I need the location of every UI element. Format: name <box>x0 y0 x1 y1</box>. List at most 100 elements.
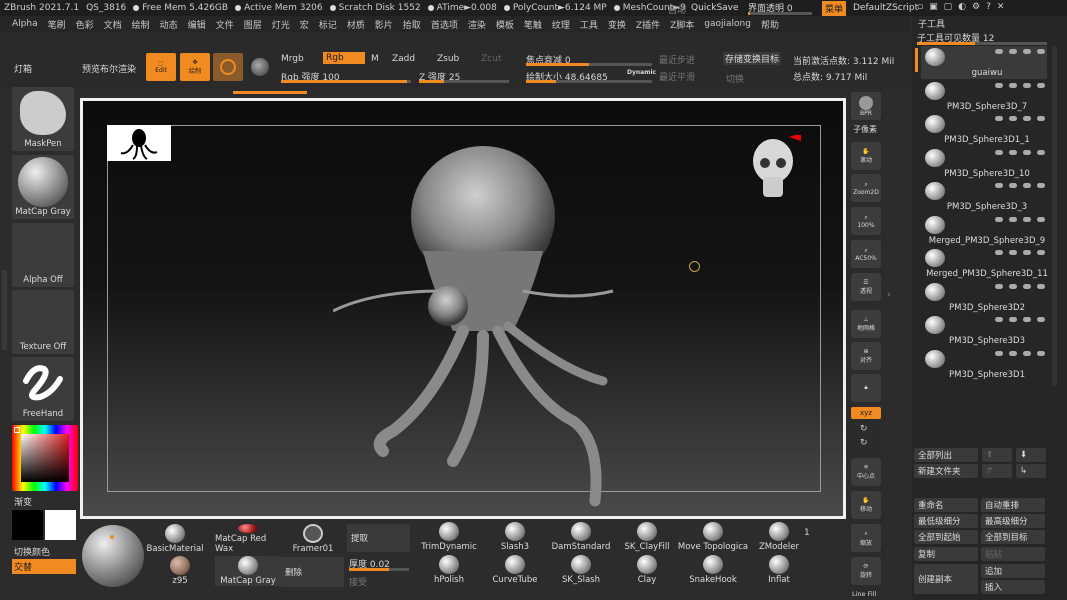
menu-item[interactable]: 笔刷 <box>48 18 66 31</box>
visibility-toggle-icon[interactable] <box>1009 216 1017 222</box>
subtool-item[interactable]: PM3D_Sphere3D1 <box>917 348 1047 381</box>
paste-button[interactable]: 粘贴 <box>981 547 1045 561</box>
sphere-icon[interactable] <box>251 58 269 76</box>
all-to-target-button[interactable]: 全部到目标 <box>981 530 1045 544</box>
delete-button[interactable]: 删除 <box>281 557 344 587</box>
secondary-color-swatch[interactable] <box>12 510 43 540</box>
draw-button[interactable]: ✥ 绘制 <box>180 53 210 81</box>
eye-icon[interactable] <box>1037 82 1045 88</box>
stroke-tile[interactable]: FreeHand <box>12 357 74 421</box>
menu-item[interactable]: 笔触 <box>524 18 542 31</box>
brush-item[interactable]: SK_ClayFill <box>616 522 678 552</box>
move-down-icon[interactable]: ⬇ <box>1016 448 1046 462</box>
zadd-button[interactable]: Zadd <box>392 54 415 64</box>
transparency-track[interactable] <box>748 12 812 15</box>
maximize-icon[interactable]: ▢ <box>944 2 953 12</box>
navigation-skull-icon[interactable] <box>751 135 801 215</box>
eye-icon[interactable] <box>1037 317 1045 322</box>
subtool-item[interactable]: PM3D_Sphere3D_10 <box>917 147 1047 180</box>
mrgb-button[interactable]: Mrgb <box>281 54 304 64</box>
menu-item[interactable]: 工具 <box>580 18 598 31</box>
sculpt-model[interactable] <box>333 141 633 511</box>
create-copy-button[interactable]: 创建副本 <box>914 564 978 594</box>
scroll-button[interactable]: ✋ 滚动 <box>851 142 881 170</box>
menu-item[interactable]: Z脚本 <box>670 18 694 31</box>
gear-icon[interactable]: ⚙ <box>972 2 980 12</box>
zoom2d-button[interactable]: ⌕ Zoom2D <box>851 174 881 202</box>
polypaint-icon[interactable] <box>995 350 1003 356</box>
folder-icon[interactable] <box>1023 82 1031 88</box>
all-high-button[interactable]: 最高级细分 <box>981 514 1045 528</box>
xyz-button[interactable]: xyz <box>851 407 881 419</box>
minimize-icon[interactable]: ▫ <box>917 2 923 12</box>
subtool-item[interactable]: Merged_PM3D_Sphere3D_11 <box>917 247 1048 280</box>
maskpen-brush[interactable]: MaskPen <box>12 87 74 151</box>
move-up-icon[interactable]: ⬆ <box>982 448 1012 462</box>
pin-icon[interactable]: ◐ <box>958 2 966 12</box>
switch-button[interactable]: 切换 <box>726 72 744 85</box>
subtool-scrollbar[interactable] <box>1052 46 1057 386</box>
help-icon[interactable]: ? <box>986 2 991 12</box>
subtool-item[interactable]: PM3D_Sphere3D_3 <box>917 180 1047 213</box>
preview-boolean-button[interactable]: 预览布尔渲染 <box>82 62 136 75</box>
rename-button[interactable]: 重命名 <box>914 498 978 512</box>
material-item[interactable]: z95 <box>155 556 205 586</box>
append-button[interactable]: 追加 <box>981 564 1045 578</box>
rotate-axis-icon[interactable]: ↻ <box>860 438 868 448</box>
menu-item[interactable]: Z插件 <box>636 18 660 31</box>
material-item[interactable]: BasicMaterial <box>146 524 204 554</box>
rgb-button[interactable]: Rgb <box>323 52 365 64</box>
visibility-toggle-icon[interactable] <box>1009 82 1017 88</box>
rotate-button[interactable]: ⟳ 旋转 <box>851 557 881 585</box>
brush-item[interactable]: TrimDynamic <box>418 522 480 552</box>
viewport-canvas[interactable] <box>80 98 846 519</box>
center-button[interactable]: ⁜ 中心点 <box>851 458 881 486</box>
folder-icon[interactable] <box>1023 250 1031 255</box>
all-low-button[interactable]: 最低级细分 <box>914 514 978 528</box>
polypaint-icon[interactable] <box>995 317 1003 322</box>
visibility-toggle-icon[interactable] <box>1009 116 1017 121</box>
subtool-item[interactable]: guaiwu <box>917 46 1047 79</box>
floor-grid-button[interactable]: ⊥ 地网格 <box>851 310 881 338</box>
visibility-toggle-icon[interactable] <box>1009 149 1017 155</box>
subtool-item[interactable]: PM3D_Sphere3D1_1 <box>917 113 1047 146</box>
switch-color-button[interactable]: 切换颜色 <box>14 545 50 558</box>
half-size-button[interactable]: ⌕ AC50% <box>851 240 881 268</box>
polypaint-icon[interactable] <box>995 149 1003 155</box>
brush-item[interactable]: DamStandard <box>550 522 612 552</box>
subtool-item[interactable]: PM3D_Sphere3D_7 <box>917 80 1047 113</box>
alternate-button[interactable]: 交替 <box>12 559 76 574</box>
arrow-icon[interactable]: ↳ <box>1016 464 1046 478</box>
eye-icon[interactable] <box>1037 49 1045 54</box>
visibility-toggle-icon[interactable] <box>1009 317 1017 322</box>
menu-item[interactable]: 文档 <box>104 18 122 31</box>
menu-item[interactable]: 首选项 <box>431 18 458 31</box>
material-item[interactable]: MatCap Red Wax <box>215 524 281 554</box>
visibility-toggle-icon[interactable] <box>1009 350 1017 356</box>
menu-item[interactable]: 材质 <box>347 18 365 31</box>
zcut-button[interactable]: Zcut <box>481 54 501 64</box>
material-item[interactable]: Framer01 <box>288 524 338 554</box>
menu-item[interactable]: 帮助 <box>761 18 779 31</box>
arrow-icon[interactable]: ↱ <box>982 464 1012 478</box>
menu-item[interactable]: 图层 <box>244 18 262 31</box>
alpha-tile[interactable]: Alpha Off <box>12 223 74 287</box>
scale-button[interactable]: ⌕ 缩放 <box>851 524 881 552</box>
brush-item[interactable]: ZModeler <box>748 522 810 552</box>
auto-reorder-button[interactable]: 自动重排 <box>981 498 1045 512</box>
folder-icon[interactable] <box>1023 149 1031 155</box>
quicksave-button[interactable]: QuickSave <box>691 3 739 13</box>
brush-item[interactable]: Inflat <box>748 555 810 585</box>
right-tray-handle[interactable]: ‹ <box>887 290 893 330</box>
subtool-item[interactable]: Merged_PM3D_Sphere3D_9 <box>917 214 1047 247</box>
subtool-item[interactable]: PM3D_Sphere3D3 <box>917 314 1047 347</box>
folder-icon[interactable] <box>1023 49 1031 54</box>
brush-item[interactable]: SnakeHook <box>682 555 744 585</box>
menu-item[interactable]: 文件 <box>216 18 234 31</box>
all-to-home-button[interactable]: 全部到起始 <box>914 530 978 544</box>
polypaint-icon[interactable] <box>995 183 1003 188</box>
menu-button[interactable]: 菜单 <box>822 1 847 16</box>
eye-icon[interactable] <box>1037 350 1045 356</box>
menu-item[interactable]: 模板 <box>496 18 514 31</box>
undo-steps[interactable]: 最近步进 <box>659 53 695 66</box>
